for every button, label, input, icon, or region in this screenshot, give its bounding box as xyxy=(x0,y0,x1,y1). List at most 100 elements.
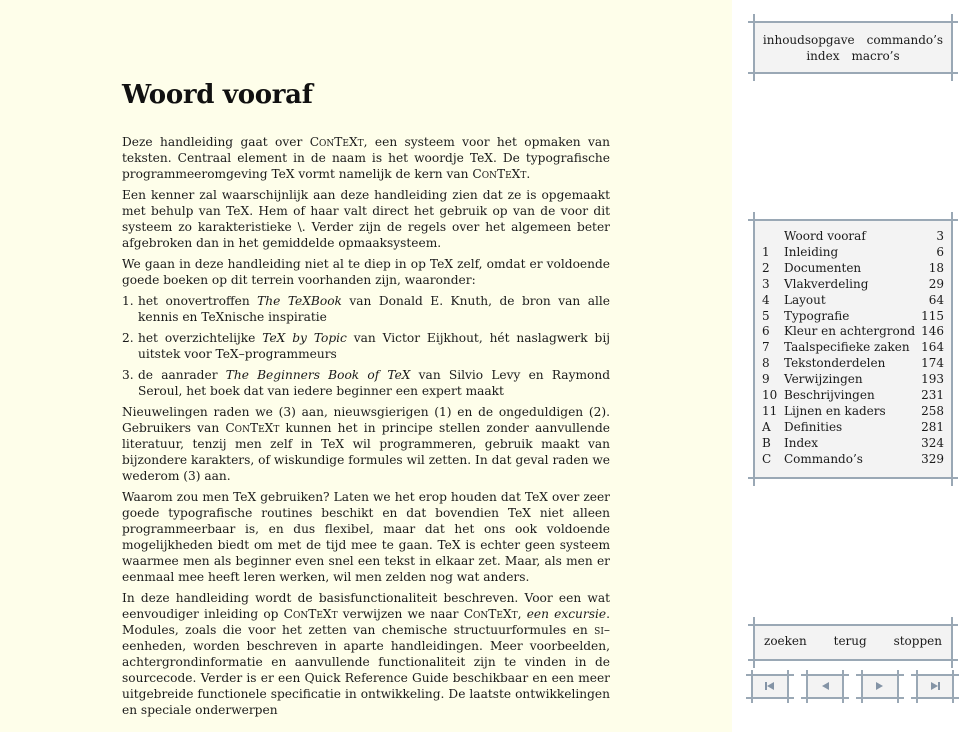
toc-entry-number: 10 xyxy=(762,388,778,403)
toc-entry[interactable]: 7 Taalspecifieke zaken 164 xyxy=(762,340,944,356)
book-title: The Beginners Book of TeX xyxy=(225,368,411,382)
toc-entry-label: Taalspecifieke zaken xyxy=(784,340,910,355)
link-commandos[interactable]: commando’s xyxy=(867,33,943,47)
toc-entry-number: A xyxy=(762,419,771,434)
next-page-icon xyxy=(876,682,883,690)
toc-entry[interactable]: 2 Documenten 18 xyxy=(762,261,944,277)
page-title: Woord vooraf xyxy=(122,80,313,110)
toc-entry-label: Tekstonderdelen xyxy=(784,356,886,371)
frame-line xyxy=(748,477,958,479)
top-navigation-box: inhoudsopgave commando’s index macro’s xyxy=(748,14,958,81)
toc-entry-label: Definities xyxy=(784,419,843,434)
paragraph-2: Een kenner zal waarschijnlijk aan deze h… xyxy=(122,188,610,250)
toc-entry-page: 164 xyxy=(921,340,944,355)
toc-entry-page: 324 xyxy=(921,435,944,450)
toc-entry[interactable]: 4 Layout 64 xyxy=(762,293,944,309)
frame-line xyxy=(951,212,953,486)
context-logo: ConTeXt xyxy=(283,607,338,621)
table-of-contents-box: Woord vooraf 3 1 Inleiding 6 2 Documenten 18 3 Vl… xyxy=(748,212,958,486)
toc-entry[interactable]: B Index 324 xyxy=(762,436,944,452)
frame-line xyxy=(753,212,755,486)
list-item: 1. het onovertroffen The TeXBook van Dona… xyxy=(122,294,611,324)
list-item: 2. het overzichtelijke TeX by Topic van V… xyxy=(122,331,610,361)
first-page-icon xyxy=(765,682,774,690)
search-link[interactable]: zoeken xyxy=(764,634,807,648)
toc-entry-page: 258 xyxy=(921,403,944,418)
toc-entry-page: 146 xyxy=(921,324,944,339)
paragraph-6: In deze handleiding wordt de basisfuncti… xyxy=(122,591,610,717)
toc-entry[interactable]: 8 Tekstonderdelen 174 xyxy=(762,356,944,372)
toc-entry-page: 231 xyxy=(921,388,944,403)
toc-entry-page: 281 xyxy=(921,419,944,434)
previous-page-button[interactable] xyxy=(801,670,849,703)
link-macros[interactable]: macro’s xyxy=(851,49,899,63)
first-page-button[interactable] xyxy=(746,670,794,703)
toc-entry[interactable]: 11 Lijnen en kaders 258 xyxy=(762,404,944,420)
previous-page-icon xyxy=(822,682,829,690)
toc-entry-number: 7 xyxy=(762,340,770,355)
toc-entry-label: Documenten xyxy=(784,260,862,275)
toc-entry-number: 11 xyxy=(762,403,778,418)
toc-entry-number: C xyxy=(762,451,772,466)
toc-entry[interactable]: 9 Verwijzingen 193 xyxy=(762,372,944,388)
toc-entry-number: B xyxy=(762,435,771,450)
quit-link[interactable]: stoppen xyxy=(894,634,942,648)
toc-entry-label: Inleiding xyxy=(784,244,839,259)
toc-entry-number: 3 xyxy=(762,276,770,291)
last-page-icon xyxy=(931,682,940,690)
last-page-button[interactable] xyxy=(911,670,959,703)
toc-entry-page: 6 xyxy=(936,244,944,259)
toc-entry-label: Layout xyxy=(784,292,826,307)
bottom-navigation-box: zoeken terug stoppen xyxy=(748,617,958,668)
toc-table: Woord vooraf 3 1 Inleiding 6 2 Documenten 18 3 Vl… xyxy=(762,229,944,468)
list-item: 3. de aanrader The Beginners Book of TeX … xyxy=(122,368,611,398)
frame-line xyxy=(748,72,958,74)
toc-entry-label: Lijnen en kaders xyxy=(784,403,886,418)
frame-line xyxy=(748,624,958,626)
toc-entry[interactable]: 6 Kleur en achtergrond 146 xyxy=(762,324,944,340)
toc-entry-number xyxy=(762,229,784,245)
toc-entry-page: 115 xyxy=(921,308,944,323)
toc-entry-page: 193 xyxy=(921,372,944,387)
paragraph-3: We gaan in deze handleiding niet al te d… xyxy=(122,257,610,287)
paragraph-5: Waarom zou men TeX gebruiken? Laten we h… xyxy=(122,490,610,584)
toc-entry-page: 18 xyxy=(928,260,944,275)
frame-line xyxy=(748,21,958,23)
toc-entry-page: 64 xyxy=(928,292,944,307)
back-link[interactable]: terug xyxy=(834,634,867,648)
next-page-button[interactable] xyxy=(856,670,904,703)
navigation-sidebar: inhoudsopgave commando’s index macro’s Woo… xyxy=(732,0,960,732)
book-list: 1. het onovertroffen The TeXBook van Dona… xyxy=(122,293,610,399)
toc-entry[interactable]: C Commando’s 329 xyxy=(762,452,944,468)
link-inhoudsopgave[interactable]: inhoudsopgave xyxy=(763,33,855,47)
link-index[interactable]: index xyxy=(806,49,839,63)
toc-entry[interactable]: 3 Vlakverdeling 29 xyxy=(762,277,944,293)
paragraph-1: Deze handleiding gaat over ConTeXt, een … xyxy=(122,135,611,181)
toc-entry-label: Vlakverdeling xyxy=(784,276,869,291)
toc-entry-number: 2 xyxy=(762,260,770,275)
toc-entry-page: 329 xyxy=(921,451,944,466)
toc-entry-page: 3 xyxy=(936,229,944,243)
toc-entry-number: 5 xyxy=(762,308,770,323)
toc-entry-page: 174 xyxy=(921,356,944,371)
toc-entry-label: Kleur en achtergrond xyxy=(784,324,916,339)
context-logo: ConTeXt xyxy=(472,167,527,181)
toc-entry[interactable]: 1 Inleiding 6 xyxy=(762,245,944,261)
toc-entry-number: 6 xyxy=(762,324,770,339)
book-title: TeX by Topic xyxy=(262,331,347,345)
toc-entry[interactable]: 5 Typografie 115 xyxy=(762,309,944,325)
toc-entry[interactable]: Woord vooraf 3 xyxy=(762,229,944,245)
toc-entry-number: 8 xyxy=(762,356,770,371)
toc-entry[interactable]: 10 Beschrijvingen 231 xyxy=(762,388,944,404)
paragraph-4: Nieuwelingen raden we (3) aan, nieuwsgie… xyxy=(122,405,611,483)
frame-line xyxy=(753,617,755,668)
toc-entry-label: Verwijzingen xyxy=(784,372,863,387)
toc-entry-number: 4 xyxy=(762,292,770,307)
page-body: Deze handleiding gaat over ConTeXt, een … xyxy=(122,134,610,723)
toc-entry-number: 1 xyxy=(762,244,770,259)
book-title: The TeXBook xyxy=(257,294,342,308)
toc-entry-number: 9 xyxy=(762,372,770,387)
document-page: Woord vooraf Deze handleiding gaat over … xyxy=(0,0,732,732)
context-logo: ConTeXt xyxy=(463,607,518,621)
toc-entry[interactable]: A Definities 281 xyxy=(762,420,944,436)
